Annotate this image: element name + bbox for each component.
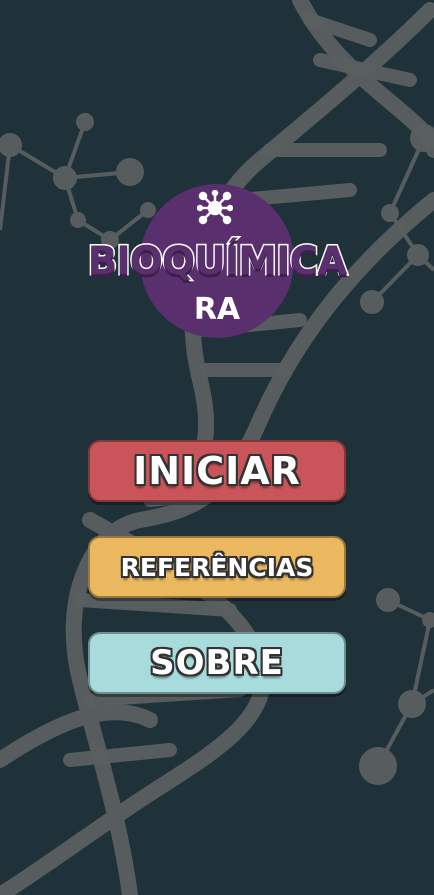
about-button[interactable]: SOBRE <box>88 632 346 694</box>
references-button[interactable]: REFERÊNCIAS <box>88 536 346 598</box>
molecule-icon <box>197 190 233 225</box>
app-logo: BIOQUÍMICA RA <box>0 184 434 344</box>
main-menu-screen: BIOQUÍMICA RA INICIAR REFERÊNCIAS SOBRE <box>0 0 434 895</box>
start-button[interactable]: INICIAR <box>88 440 346 502</box>
references-button-label: REFERÊNCIAS <box>120 552 314 582</box>
app-title: BIOQUÍMICA <box>86 238 349 286</box>
app-subtitle: RA <box>193 292 241 327</box>
about-button-label: SOBRE <box>150 643 284 683</box>
start-button-label: INICIAR <box>133 449 301 493</box>
